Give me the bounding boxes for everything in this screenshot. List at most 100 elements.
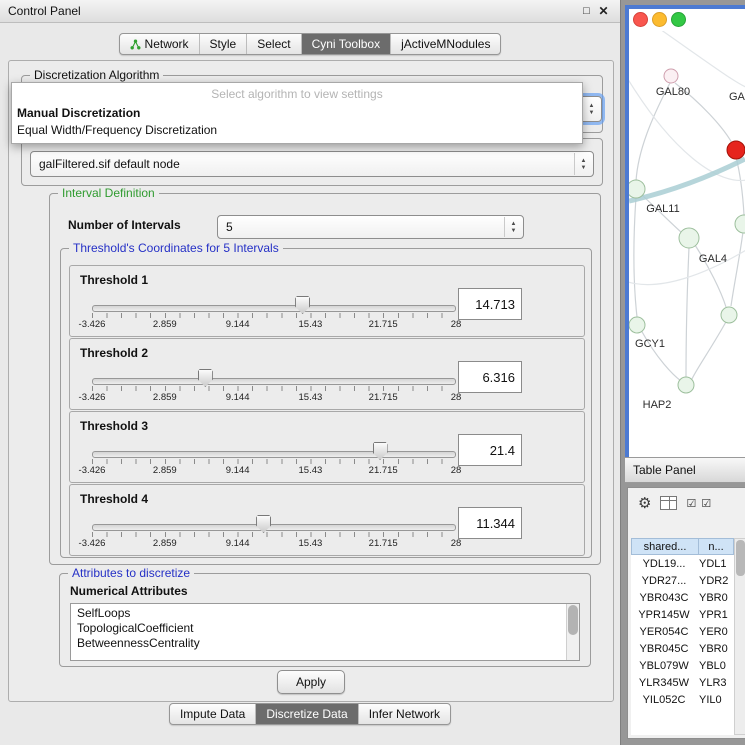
node[interactable]: [678, 377, 694, 393]
tab-discretize-data[interactable]: Discretize Data: [256, 704, 358, 724]
table-cell[interactable]: YDR2: [697, 572, 734, 589]
table-cell[interactable]: YBR0: [697, 640, 734, 657]
threshold-4-value[interactable]: 11.344: [458, 507, 522, 539]
close-traffic-icon[interactable]: [633, 12, 648, 27]
tab-jactivemnodules[interactable]: jActiveMNodules: [391, 34, 500, 54]
tab-label: Style: [210, 37, 237, 51]
close-icon[interactable]: ✕: [595, 4, 612, 18]
spinner-arrows-icon: ▲▼: [504, 217, 522, 237]
apply-button[interactable]: Apply: [277, 670, 345, 694]
table-cell[interactable]: YDL19...: [631, 555, 697, 572]
node[interactable]: [679, 228, 699, 248]
tab-network[interactable]: Network: [120, 34, 200, 54]
table-cell[interactable]: YLR3: [697, 674, 734, 691]
threshold-3-slider[interactable]: -3.4262.8599.14415.4321.71528: [92, 442, 456, 478]
table-row[interactable]: YBL079WYBL0: [631, 657, 734, 674]
table-cell[interactable]: YIL052C: [631, 691, 697, 708]
table-scrollbar[interactable]: [734, 538, 745, 735]
table-row[interactable]: YDL19...YDL1: [631, 555, 734, 572]
table-cell[interactable]: YBL0: [697, 657, 734, 674]
selected-node[interactable]: [727, 141, 745, 159]
thresholds-coordinates-group: Threshold's Coordinates for 5 Intervals …: [60, 248, 592, 558]
slider-track[interactable]: [92, 305, 456, 312]
slider-track[interactable]: [92, 451, 456, 458]
threshold-2-value[interactable]: 6.316: [458, 361, 522, 393]
table-cell[interactable]: YBR0: [697, 589, 734, 606]
tab-label: Impute Data: [180, 707, 245, 721]
popup-placeholder: Select algorithm to view settings: [12, 85, 582, 105]
numerical-attributes-list[interactable]: SelfLoopsTopologicalCoefficientBetweenne…: [70, 603, 580, 661]
table-row[interactable]: YBR045CYBR0: [631, 640, 734, 657]
threshold-1-value[interactable]: 14.713: [458, 288, 522, 320]
gear-icon[interactable]: ⚙: [638, 496, 651, 511]
table-cell[interactable]: YBL079W: [631, 657, 697, 674]
table-row[interactable]: YIL052CYIL0: [631, 691, 734, 708]
table-cell[interactable]: YLR345W: [631, 674, 697, 691]
table-cell[interactable]: YBR045C: [631, 640, 697, 657]
scale-tick-label: 2.859: [153, 392, 177, 403]
table-row[interactable]: YBR043CYBR0: [631, 589, 734, 606]
group-title: Threshold's Coordinates for 5 Intervals: [69, 241, 283, 255]
tab-label: Infer Network: [369, 707, 440, 721]
node[interactable]: [735, 215, 745, 233]
scale-tick-label: -3.426: [79, 538, 106, 549]
minimize-traffic-icon[interactable]: [652, 12, 667, 27]
tab-style[interactable]: Style: [200, 34, 248, 54]
node-attribute-table[interactable]: shared... n... YDL19...YDL1YDR27...YDR2Y…: [631, 538, 734, 735]
table-cell[interactable]: YER0: [697, 623, 734, 640]
threshold-label: Threshold 1: [80, 273, 148, 287]
threshold-2-slider[interactable]: -3.4262.8599.14415.4321.71528: [92, 369, 456, 405]
table-row[interactable]: YPR145WYPR1: [631, 606, 734, 623]
network-icon: [130, 39, 141, 50]
numerical-attributes-label: Numerical Attributes: [70, 584, 188, 598]
table-data-value: galFiltered.sif default node: [39, 157, 180, 171]
tab-cyni-toolbox[interactable]: Cyni Toolbox: [302, 34, 391, 54]
network-canvas[interactable]: GAL80 GA GAL11 GAL4 GCY1 HAP2: [629, 31, 745, 449]
table-cell[interactable]: YDL1: [697, 555, 734, 572]
slider-track[interactable]: [92, 378, 456, 385]
menu-item-manual-discretization[interactable]: Manual Discretization: [12, 105, 582, 122]
column-header[interactable]: n...: [699, 538, 734, 555]
scale-tick-label: -3.426: [79, 392, 106, 403]
node-label: GCY1: [635, 338, 665, 350]
table-cell[interactable]: YPR145W: [631, 606, 697, 623]
list-item[interactable]: TopologicalCoefficient: [77, 621, 565, 636]
list-item[interactable]: BetweennessCentrality: [77, 636, 565, 651]
node[interactable]: [629, 317, 645, 333]
table-cell[interactable]: YIL0: [697, 691, 734, 708]
scale-tick-label: 9.144: [226, 392, 250, 403]
node[interactable]: [629, 180, 645, 198]
table-row[interactable]: YDR27...YDR2: [631, 572, 734, 589]
list-item[interactable]: SelfLoops: [77, 606, 565, 621]
columns-icon[interactable]: [660, 496, 677, 510]
slider-track[interactable]: [92, 524, 456, 531]
node[interactable]: [664, 69, 678, 83]
table-panel-header[interactable]: Table Panel: [625, 457, 745, 483]
threshold-4-slider[interactable]: -3.4262.8599.14415.4321.71528: [92, 515, 456, 551]
table-cell[interactable]: YPR1: [697, 606, 734, 623]
table-cell[interactable]: YBR043C: [631, 589, 697, 606]
table-row[interactable]: YLR345WYLR3: [631, 674, 734, 691]
group-title: Attributes to discretize: [68, 566, 194, 580]
tab-impute-data[interactable]: Impute Data: [170, 704, 256, 724]
node[interactable]: [721, 307, 737, 323]
intervals-value: 5: [226, 220, 233, 234]
node-label: GAL11: [646, 203, 679, 215]
number-of-intervals-spinner[interactable]: 5 ▲▼: [217, 215, 524, 239]
threshold-1-slider[interactable]: -3.4262.8599.14415.4321.71528: [92, 296, 456, 332]
network-view-window: GAL80 GA GAL11 GAL4 GCY1 HAP2: [625, 5, 745, 461]
threshold-3-value[interactable]: 21.4: [458, 434, 522, 466]
table-row[interactable]: YER054CYER0: [631, 623, 734, 640]
scale-tick-label: 21.715: [369, 392, 398, 403]
menu-item-equal-width-frequency[interactable]: Equal Width/Frequency Discretization: [12, 122, 582, 139]
column-header[interactable]: shared...: [631, 538, 699, 555]
float-window-icon[interactable]: □: [578, 5, 595, 17]
tab-infer-network[interactable]: Infer Network: [359, 704, 450, 724]
zoom-traffic-icon[interactable]: [671, 12, 686, 27]
list-scrollbar[interactable]: [566, 604, 579, 660]
table-cell[interactable]: YER054C: [631, 623, 697, 640]
table-cell[interactable]: YDR27...: [631, 572, 697, 589]
tab-select[interactable]: Select: [247, 34, 301, 54]
table-data-select[interactable]: galFiltered.sif default node ▲▼: [30, 151, 594, 177]
checkbox-icons[interactable]: ☑ ☑: [686, 497, 712, 510]
